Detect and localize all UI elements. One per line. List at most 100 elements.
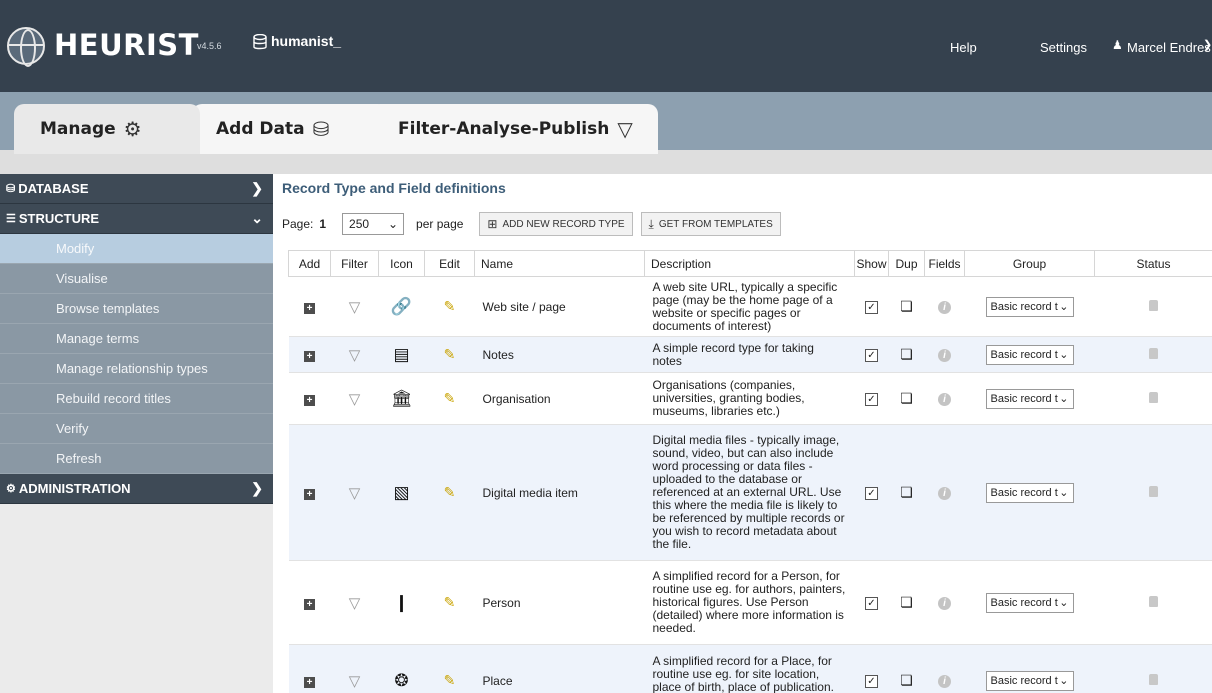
tab-label: Add Data <box>216 119 305 139</box>
add-record-type-button[interactable]: ⊞ ADD NEW RECORD TYPE <box>479 212 633 236</box>
filter-icon[interactable]: ▽ <box>349 347 361 364</box>
header-name[interactable]: Name <box>474 250 645 277</box>
record-type-name: Organisation <box>474 372 645 425</box>
info-icon[interactable]: i <box>938 675 951 688</box>
sidebar-item-browse-templates[interactable]: Browse templates <box>0 294 273 324</box>
group-select[interactable]: Basic record t ⌄ <box>985 296 1074 317</box>
record-type-name: Web site / page <box>474 276 645 337</box>
settings-link[interactable]: Settings <box>1040 40 1087 55</box>
lock-icon[interactable] <box>1149 595 1158 607</box>
sidebar-item-refresh[interactable]: Refresh <box>0 444 273 474</box>
help-link[interactable]: Help <box>950 40 977 55</box>
sidebar: ⛁ DATABASE ❯ ☰ STRUCTURE ⌄ Modify Visual… <box>0 174 273 693</box>
user-menu[interactable]: Marcel Endres <box>1127 40 1211 55</box>
sidebar-item-rebuild-record-titles[interactable]: Rebuild record titles <box>0 384 273 414</box>
group-select[interactable]: Basic record t ⌄ <box>985 388 1074 409</box>
header-show[interactable]: Show <box>854 250 889 277</box>
info-icon[interactable]: i <box>938 349 951 362</box>
lock-icon[interactable] <box>1149 485 1158 497</box>
section-label: STRUCTURE <box>18 211 100 226</box>
edit-icon[interactable]: ✎ <box>444 484 456 500</box>
section-label: DATABASE <box>18 181 89 196</box>
header-edit: Edit <box>424 250 475 277</box>
download-icon: ⤓ <box>648 216 654 231</box>
edit-icon[interactable]: ✎ <box>444 390 456 406</box>
show-checkbox[interactable]: ✓ <box>865 301 878 314</box>
show-checkbox[interactable]: ✓ <box>865 487 878 500</box>
filter-icon: ▽ <box>617 118 633 141</box>
show-checkbox[interactable]: ✓ <box>865 349 878 362</box>
info-icon[interactable]: i <box>938 301 951 314</box>
header-status[interactable]: Status <box>1094 250 1212 277</box>
group-select[interactable]: Basic record t ⌄ <box>985 344 1074 365</box>
show-checkbox[interactable]: ✓ <box>865 675 878 688</box>
filter-icon[interactable]: ▽ <box>349 391 361 408</box>
tab-label: Manage <box>40 119 116 139</box>
tab-filter-analyse-publish[interactable]: Filter-Analyse-Publish ▽ <box>370 104 658 154</box>
sidebar-item-manage-relationship-types[interactable]: Manage relationship types <box>0 354 273 384</box>
header-description[interactable]: Description <box>644 250 855 277</box>
person-icon: ❙ <box>394 592 409 612</box>
sidebar-item-visualise[interactable]: Visualise <box>0 264 273 294</box>
edit-icon[interactable]: ✎ <box>444 672 456 688</box>
record-type-name: Notes <box>474 336 645 373</box>
info-icon[interactable]: i <box>938 597 951 610</box>
add-record-icon[interactable]: + <box>304 302 315 314</box>
section-label: ADMINISTRATION <box>18 481 131 496</box>
database-name[interactable]: humanist_ <box>271 33 341 49</box>
chevron-down-icon[interactable]: ❯ <box>1203 38 1212 51</box>
sidebar-section-administration[interactable]: ⚙ ADMINISTRATION ❯ <box>0 474 273 504</box>
record-type-description: Organisations (companies, universities, … <box>644 372 855 425</box>
group-select[interactable]: Basic record t ⌄ <box>985 482 1074 503</box>
filter-icon[interactable]: ▽ <box>349 673 361 690</box>
chevron-down-icon: ⌄ <box>1059 597 1069 609</box>
edit-icon[interactable]: ✎ <box>444 298 456 314</box>
group-value: Basic record t <box>990 300 1058 313</box>
info-icon[interactable]: i <box>938 487 951 500</box>
header-group[interactable]: Group <box>964 250 1095 277</box>
group-value: Basic record t <box>990 486 1058 499</box>
add-record-icon[interactable]: + <box>304 350 315 362</box>
sidebar-section-database[interactable]: ⛁ DATABASE ❯ <box>0 174 273 204</box>
duplicate-icon[interactable]: ❏ <box>900 672 913 688</box>
page-number[interactable]: 1 <box>319 217 326 231</box>
info-icon[interactable]: i <box>938 393 951 406</box>
sidebar-item-manage-terms[interactable]: Manage terms <box>0 324 273 354</box>
page-label: Page: <box>282 217 314 231</box>
lock-icon[interactable] <box>1149 391 1158 403</box>
filter-icon[interactable]: ▽ <box>349 485 361 502</box>
chevron-down-icon: ⌄ <box>1059 487 1069 499</box>
group-select[interactable]: Basic record t ⌄ <box>985 592 1074 613</box>
filter-icon[interactable]: ▽ <box>349 595 361 612</box>
lock-icon[interactable] <box>1149 299 1158 311</box>
sidebar-section-structure[interactable]: ☰ STRUCTURE ⌄ <box>0 204 273 234</box>
add-record-icon[interactable]: + <box>304 598 315 610</box>
per-page-select[interactable]: 250 ⌄ <box>342 213 405 235</box>
tab-manage[interactable]: Manage ⚙ <box>14 104 200 154</box>
duplicate-icon[interactable]: ❏ <box>900 594 913 610</box>
edit-icon[interactable]: ✎ <box>444 346 456 362</box>
add-record-icon[interactable]: + <box>304 676 315 688</box>
show-checkbox[interactable]: ✓ <box>865 597 878 610</box>
page-title: Record Type and Field definitions <box>282 180 506 196</box>
lock-icon[interactable] <box>1149 347 1158 359</box>
sidebar-item-modify[interactable]: Modify <box>0 234 273 264</box>
group-value: Basic record t <box>990 674 1058 687</box>
duplicate-icon[interactable]: ❏ <box>900 298 913 314</box>
group-select[interactable]: Basic record t ⌄ <box>985 670 1074 691</box>
plus-icon: ⊞ <box>487 217 498 231</box>
tab-add-data[interactable]: Add Data ⛁ <box>192 104 388 154</box>
show-checkbox[interactable]: ✓ <box>865 393 878 406</box>
add-record-icon[interactable]: + <box>304 488 315 500</box>
filter-icon[interactable]: ▽ <box>349 299 361 316</box>
get-from-templates-button[interactable]: ⤓ GET FROM TEMPLATES <box>640 212 781 236</box>
edit-icon[interactable]: ✎ <box>444 594 456 610</box>
database-icon <box>253 34 267 50</box>
add-record-icon[interactable]: + <box>304 394 315 406</box>
duplicate-icon[interactable]: ❏ <box>900 390 913 406</box>
duplicate-icon[interactable]: ❏ <box>900 346 913 362</box>
duplicate-icon[interactable]: ❏ <box>900 484 913 500</box>
tab-label: Filter-Analyse-Publish <box>398 119 610 139</box>
lock-icon[interactable] <box>1149 673 1158 685</box>
sidebar-item-verify[interactable]: Verify <box>0 414 273 444</box>
